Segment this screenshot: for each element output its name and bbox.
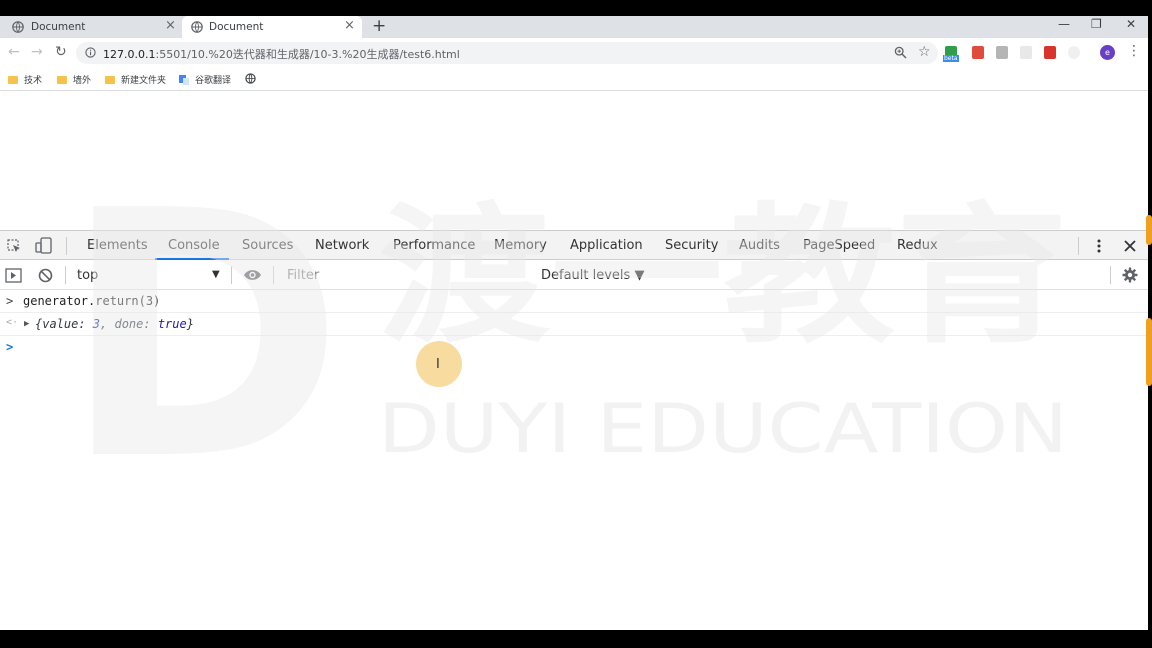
clear-console-icon[interactable] [38, 268, 53, 283]
console-output[interactable]: > generator.return(3) <· ▶ {value: 3, do… [0, 290, 1148, 630]
folder-icon [105, 76, 115, 84]
tab-document-2[interactable]: Document × [182, 16, 362, 38]
site-info-icon[interactable] [85, 47, 96, 58]
text-cursor-icon: I [436, 357, 440, 372]
devtools-tab-bar: Elements Console Sources Network Perform… [0, 230, 1148, 260]
globe-icon [12, 21, 24, 33]
browser-menu-icon[interactable]: ⋮ [1127, 43, 1141, 59]
folder-icon [8, 76, 18, 84]
zoom-icon[interactable] [894, 46, 907, 59]
result-done: true [157, 317, 187, 331]
bookmark-link[interactable]: 谷歌翻译 [179, 73, 231, 86]
tab-audits[interactable]: Audits [739, 238, 780, 253]
profile-avatar[interactable]: e [1100, 45, 1115, 60]
browser-window: Document × Document × + — ❐ ✕ ← → ↻ 127.… [0, 16, 1148, 630]
result-mid: , done: [100, 317, 158, 331]
gear-icon[interactable] [1122, 267, 1138, 283]
active-prompt-icon: > [6, 340, 14, 354]
edge-marker [1146, 318, 1152, 386]
tab-title: Document [209, 21, 264, 33]
reload-button[interactable]: ↻ [55, 44, 67, 60]
tab-elements[interactable]: Elements [87, 238, 148, 253]
close-window-button[interactable]: ✕ [1126, 17, 1136, 31]
bookmark-folder[interactable]: 墙外 [57, 73, 91, 86]
tab-network[interactable]: Network [315, 238, 369, 253]
context-selector[interactable]: top [77, 268, 98, 283]
log-levels-dropdown[interactable]: Default levels ▼ [541, 268, 644, 283]
beta-badge: beta [943, 55, 959, 62]
url-path: :5501/10.%20迭代器和生成器/10-3.%20生成器/test6.ht… [155, 48, 460, 61]
browser-toolbar: ← → ↻ 127.0.0.1:5501/10.%20迭代器和生成器/10-3.… [0, 38, 1148, 68]
minimize-button[interactable]: — [1058, 17, 1070, 31]
forward-button[interactable]: → [31, 44, 43, 60]
inspect-element-icon[interactable] [7, 239, 22, 254]
edge-marker [1146, 215, 1152, 245]
tab-redux[interactable]: Redux [897, 238, 938, 253]
extension-icon[interactable] [972, 46, 984, 59]
tab-application[interactable]: Application [570, 238, 643, 253]
live-expression-eye-icon[interactable] [243, 269, 262, 281]
filter-input[interactable]: Filter [287, 268, 319, 283]
tab-pagespeed[interactable]: PageSpeed [803, 238, 875, 253]
folder-icon [57, 76, 67, 84]
divider [66, 237, 67, 255]
bookmark-folder[interactable]: 技术 [8, 73, 42, 86]
input-prompt-icon: > [6, 294, 14, 308]
extension-icon[interactable] [1068, 46, 1080, 59]
bookmark-label: 墙外 [73, 76, 92, 86]
bookmark-label: 技术 [24, 76, 43, 86]
show-sidebar-icon[interactable] [5, 268, 22, 283]
extension-icon[interactable] [996, 46, 1008, 59]
close-tab-icon[interactable]: × [344, 18, 355, 33]
tab-document-1[interactable]: Document × [0, 16, 180, 38]
extension-icon[interactable] [1020, 46, 1032, 59]
tab-performance[interactable]: Performance [393, 238, 475, 253]
extension-icon[interactable] [1044, 46, 1056, 59]
new-tab-button[interactable]: + [372, 16, 386, 36]
globe-icon[interactable] [245, 73, 256, 84]
output-prompt-icon: <· [6, 317, 19, 328]
bookmarks-bar: 技术 墙外 新建文件夹 谷歌翻译 [0, 68, 1148, 91]
expand-triangle-icon[interactable]: ▶ [24, 319, 29, 329]
divider [1110, 266, 1111, 284]
url-host: 127.0.0.1 [103, 48, 156, 61]
close-devtools-icon[interactable] [1124, 240, 1136, 252]
bookmark-label: 谷歌翻译 [195, 76, 232, 86]
address-bar[interactable]: 127.0.0.1:5501/10.%20迭代器和生成器/10-3.%20生成器… [76, 42, 938, 64]
tab-title: Document [31, 21, 86, 33]
divider [1078, 237, 1079, 255]
console-prompt-line[interactable]: > [0, 336, 1148, 358]
console-result-line: <· ▶ {value: 3, done: true} [0, 313, 1148, 336]
bookmark-folder[interactable]: 新建文件夹 [105, 73, 166, 86]
tab-memory[interactable]: Memory [494, 238, 547, 253]
google-translate-icon [179, 75, 189, 85]
url-text[interactable]: 127.0.0.1:5501/10.%20迭代器和生成器/10-3.%20生成器… [103, 46, 460, 62]
devtools-panel: Elements Console Sources Network Perform… [0, 230, 1148, 630]
divider [65, 266, 66, 284]
more-options-icon[interactable] [1095, 238, 1103, 254]
tab-console[interactable]: Console [168, 238, 220, 253]
console-toolbar: top ▼ Filter Default levels ▼ [0, 260, 1148, 290]
result-close: } [186, 317, 194, 331]
chevron-down-icon[interactable]: ▼ [212, 269, 220, 280]
console-result[interactable]: {value: 3, done: true} [35, 317, 194, 331]
divider [273, 266, 274, 284]
tab-security[interactable]: Security [665, 238, 718, 253]
close-tab-icon[interactable]: × [165, 18, 176, 33]
result-open: {value: [35, 317, 93, 331]
bookmark-label: 新建文件夹 [121, 76, 167, 86]
tab-strip: Document × Document × + — ❐ ✕ [0, 16, 1148, 38]
console-input-line: > generator.return(3) [0, 290, 1148, 313]
restore-button[interactable]: ❐ [1091, 17, 1102, 31]
console-command: generator.return(3) [23, 294, 161, 308]
globe-icon [191, 21, 203, 33]
tab-sources[interactable]: Sources [242, 238, 293, 253]
result-value: 3 [92, 317, 101, 331]
device-toolbar-icon[interactable] [35, 237, 53, 255]
back-button[interactable]: ← [8, 44, 20, 60]
bookmark-star-icon[interactable]: ☆ [918, 44, 931, 60]
divider [231, 266, 232, 284]
